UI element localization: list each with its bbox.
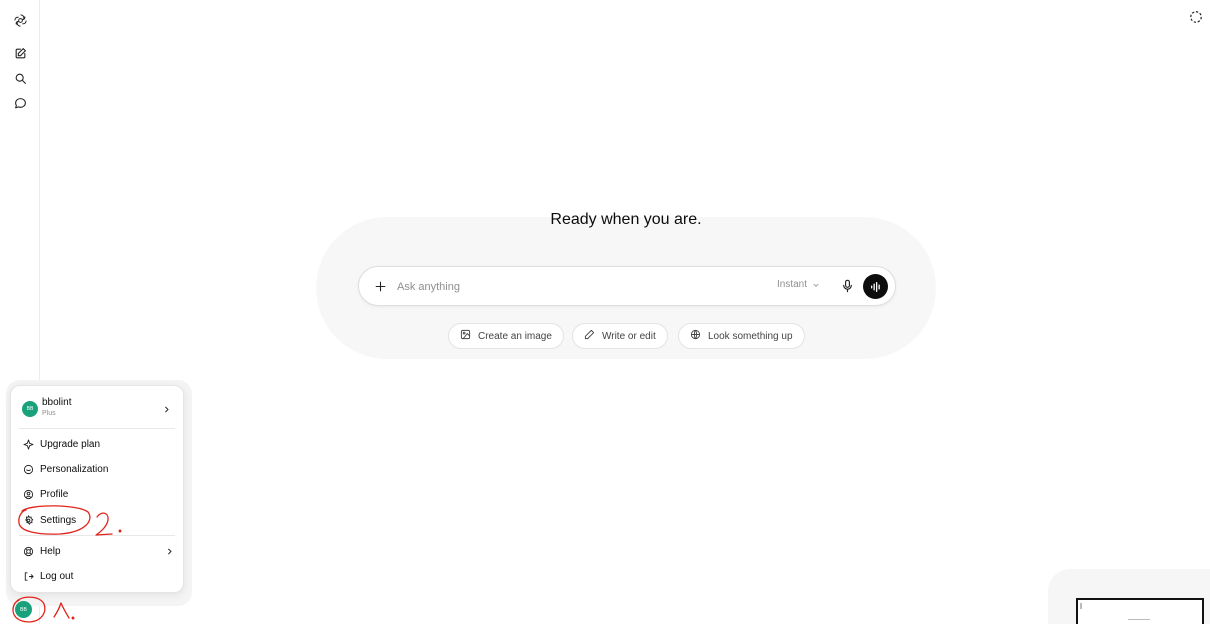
edit-icon — [14, 47, 27, 65]
divider — [19, 535, 175, 536]
account-plan: Plus — [42, 410, 56, 417]
dashed-circle-icon — [1189, 10, 1203, 29]
globe-icon — [690, 329, 701, 343]
chevron-right-icon — [168, 548, 172, 555]
composer: Instant — [358, 266, 896, 306]
personalization-icon — [22, 463, 34, 475]
gear-icon — [22, 514, 34, 526]
account-row[interactable]: BB bbolint Plus — [11, 394, 183, 428]
menu-item-log-out[interactable]: Log out — [15, 565, 179, 587]
account-menu: BB bbolint Plus Upgrade plan Personaliza… — [10, 385, 184, 593]
voice-mode-button[interactable] — [863, 274, 888, 299]
account-name: bbolint — [42, 397, 72, 408]
menu-item-upgrade-plan[interactable]: Upgrade plan — [15, 433, 179, 455]
chip-label: Write or edit — [602, 330, 656, 342]
temporary-chat-button[interactable] — [1184, 7, 1208, 31]
waveform-icon — [870, 281, 880, 292]
thumbnail-detail — [1128, 619, 1150, 620]
chats-button[interactable] — [8, 94, 32, 118]
menu-item-label: Help — [40, 545, 61, 557]
sparkle-icon — [22, 438, 34, 450]
microphone-icon — [842, 279, 852, 293]
dictate-button[interactable] — [839, 277, 855, 295]
menu-item-label: Personalization — [40, 463, 109, 475]
thumbnail-detail — [1080, 603, 1082, 609]
menu-item-label: Profile — [40, 488, 69, 500]
annotation-dot — [71, 616, 75, 620]
search-button[interactable] — [8, 69, 32, 93]
menu-item-personalization[interactable]: Personalization — [15, 458, 179, 480]
look-up-chip[interactable]: Look something up — [678, 323, 805, 349]
create-image-chip[interactable]: Create an image — [448, 323, 564, 349]
write-edit-chip[interactable]: Write or edit — [572, 323, 668, 349]
image-icon — [460, 329, 471, 343]
chat-bubble-icon — [14, 97, 27, 115]
search-icon — [14, 72, 27, 90]
menu-item-label: Upgrade plan — [40, 438, 101, 450]
model-selector-label: Instant — [777, 279, 808, 290]
prompt-input[interactable] — [395, 276, 759, 298]
menu-item-help[interactable]: Help — [15, 540, 179, 562]
add-attachment-button[interactable] — [371, 277, 389, 295]
plus-icon — [375, 281, 385, 291]
logout-icon — [22, 570, 34, 582]
chevron-down-icon — [813, 283, 819, 287]
menu-item-settings[interactable]: Settings — [15, 509, 179, 531]
avatar: BB — [22, 401, 38, 417]
lifebuoy-icon — [22, 545, 34, 557]
openai-logo-icon[interactable] — [8, 8, 32, 32]
profile-avatar-button[interactable]: BB — [15, 601, 32, 618]
chip-label: Create an image — [478, 330, 552, 342]
page-headline: Ready when you are. — [550, 211, 702, 228]
menu-item-label: Settings — [40, 514, 77, 526]
menu-item-profile[interactable]: Profile — [15, 483, 179, 505]
chip-label: Look something up — [708, 330, 793, 342]
profile-icon — [22, 488, 34, 500]
menu-item-label: Log out — [40, 570, 74, 582]
pen-icon — [584, 329, 595, 343]
new-chat-button[interactable] — [8, 44, 32, 68]
model-selector[interactable]: Instant — [777, 279, 820, 290]
screenshot-thumbnail[interactable] — [1076, 598, 1204, 624]
chevron-right-icon — [165, 406, 169, 413]
divider — [19, 428, 175, 429]
